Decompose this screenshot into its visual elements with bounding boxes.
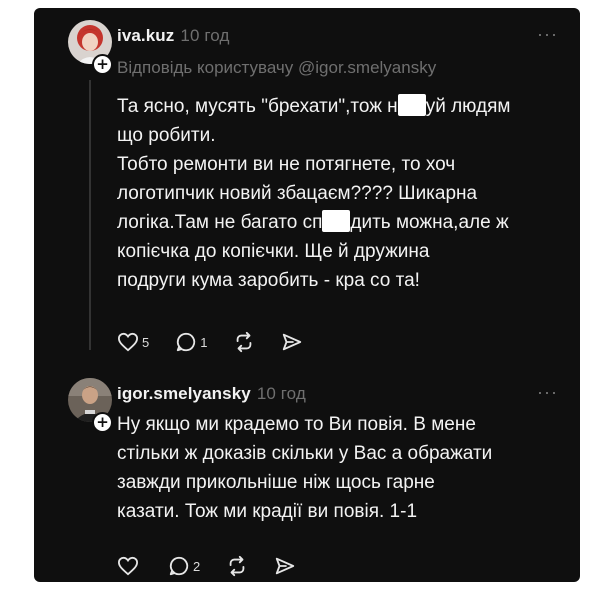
censor-blot [397,94,426,116]
repost-icon [226,555,248,577]
comment-icon [168,555,190,577]
body-line: копієчка до копієчки. Ще й дружина [117,241,430,262]
post-actions: 2 [117,554,322,578]
reply-count: 1 [200,334,208,350]
username-text[interactable]: iva.kuz [117,26,174,45]
body-line: логотипчик новий збацаєм???? Шикарна [117,183,478,204]
reply-button[interactable]: 1 [175,331,207,353]
body-line: що робити. [117,125,216,146]
post-username[interactable]: igor.smelyansky 10 год [117,384,306,404]
ellipsis-icon[interactable]: ··· [537,382,558,403]
post-actions: 5 1 [117,330,329,354]
body-line: уй людям [425,96,511,117]
share-button[interactable] [274,555,296,577]
follow-plus-icon[interactable]: + [92,54,113,75]
repost-button[interactable] [233,331,255,353]
thread-connector-line [89,80,91,350]
repost-button[interactable] [226,555,248,577]
post-timestamp: 10 год [180,26,230,45]
repost-icon [233,331,255,353]
heart-icon [117,556,139,576]
body-line: Тобто ремонти ви не потягнете, то хоч [117,154,456,175]
censor-blot [322,210,351,232]
body-line: завжди прикольніше ніж щось гарне [117,472,435,493]
reply-to-label[interactable]: Відповідь користувачу @igor.smelyansky [117,58,436,78]
ellipsis-icon[interactable]: ··· [537,24,558,45]
post-body: Ну якщо ми крадемо то Ви повія. В мене с… [117,410,572,526]
heart-icon [117,332,139,352]
thread-post-iva-kuz: + iva.kuz 10 год ··· Відповідь користувач… [34,8,580,360]
share-button[interactable] [281,331,303,353]
follow-plus-icon[interactable]: + [92,412,113,433]
send-icon [281,331,303,353]
reply-button[interactable]: 2 [168,555,200,577]
thread-screenshot: + iva.kuz 10 год ··· Відповідь користувач… [34,8,580,582]
like-button[interactable] [117,556,142,576]
body-line: логіка.Там не багато сп [117,212,323,233]
send-icon [274,555,296,577]
thread-post-igor-smelyansky: + igor.smelyansky 10 год ··· Ну якщо ми к… [34,368,580,582]
post-timestamp: 10 год [256,384,306,403]
body-line: Ну якщо ми крадемо то Ви повія. В мене [117,414,476,435]
reply-count: 2 [193,558,201,574]
comment-icon [175,331,197,353]
body-line: дить можна,але ж [350,212,509,233]
body-line: казати. Тож ми крадії ви повія. 1-1 [117,501,418,522]
body-line: подруги кума заробить - кра со та! [117,270,420,291]
body-line: Та ясно, мусять "брехати",тож н [117,96,398,117]
like-count: 5 [142,334,150,350]
post-username[interactable]: iva.kuz 10 год [117,26,229,46]
like-button[interactable]: 5 [117,332,149,352]
post-body: Та ясно, мусять "брехати",тож н уй людям … [117,92,572,295]
body-line: стільки ж доказів скільки у Вас а обража… [117,443,493,464]
username-text[interactable]: igor.smelyansky [117,384,251,403]
